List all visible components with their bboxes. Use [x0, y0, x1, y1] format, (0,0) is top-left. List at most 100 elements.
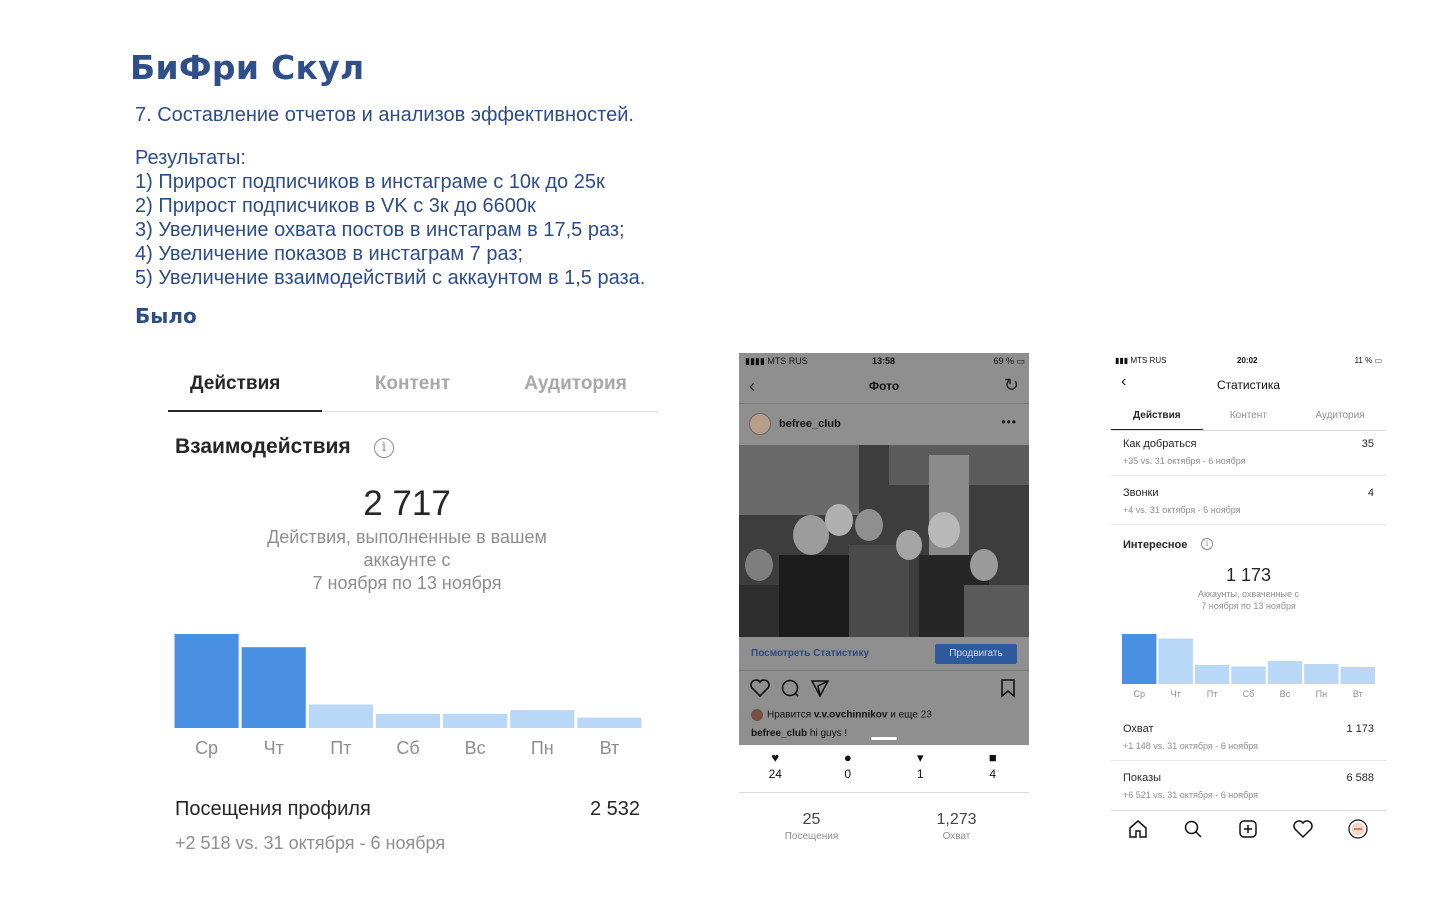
bookmark-icon[interactable] [997, 677, 1019, 699]
likes-suffix: и еще 23 [890, 709, 932, 721]
likes-count: 24 [768, 767, 782, 781]
tick-label-Вт: Вт [600, 738, 620, 758]
tick-label-Пт: Пт [1207, 689, 1218, 699]
liker-avatar [751, 709, 763, 721]
post-panel: ▮▮▮▮ MTS RUS 13:58 69 % ▭ ‹ Фото ↻ befre… [739, 353, 1029, 848]
tick-label-Вс: Вс [465, 738, 486, 758]
section-title: Взаимодействия [175, 435, 351, 458]
comment-icon[interactable] [779, 677, 801, 699]
stat-value: 35 [1361, 438, 1374, 450]
tab-audience[interactable]: Аудитория [1294, 403, 1386, 430]
before-label: Было [135, 304, 197, 328]
reach-bar-chart: Ср Чт Пт Сб Вс Пн Вт [1122, 634, 1375, 699]
statistics-tabs: Действия Контент Аудитория [1111, 403, 1386, 431]
avatar[interactable] [749, 413, 771, 435]
heart-icon: ♥ [771, 750, 780, 765]
nav-bar: ‹ Фото ↻ [739, 371, 1029, 404]
comments-count: 0 [844, 767, 852, 781]
tick-label-Пт: Пт [330, 738, 351, 758]
stat-row-impressions[interactable]: Показы 6 588 +6 521 vs. 31 октября - 6 н… [1123, 772, 1374, 800]
reach-label: Охват [942, 831, 971, 842]
divider [1111, 475, 1386, 476]
bar-Пт [308, 704, 373, 728]
post-username[interactable]: befree_club [779, 418, 841, 430]
likes-user[interactable]: v.v.ovchinnikov [814, 710, 888, 721]
info-icon[interactable]: i [374, 438, 394, 458]
stat-comparison: +4 vs. 31 октября - 6 ноября [1123, 505, 1241, 515]
description-line: аккаунте с [363, 550, 451, 570]
stat-row-directions[interactable]: Как добраться 35 +35 vs. 31 октября - 6 … [1123, 438, 1374, 466]
clock: 20:02 [1237, 356, 1258, 365]
tab-audience[interactable]: Аудитория [494, 346, 657, 411]
results-item: 2) Прирост подписчиков в VK с 3к до 6600… [135, 195, 536, 217]
profile-avatar-icon[interactable] [1347, 818, 1369, 840]
comment-icon: ● [843, 750, 852, 765]
photo-image [739, 445, 1029, 637]
results-item: 5) Увеличение взаимодействий с аккаунтом… [135, 267, 646, 289]
stat-row-calls[interactable]: Звонки 4 +4 vs. 31 октября - 6 ноября [1123, 487, 1374, 515]
share-icon: ▾ [916, 750, 924, 765]
refresh-icon[interactable]: ↻ [1004, 375, 1019, 396]
stat-label: Охват [1123, 723, 1154, 735]
heart-icon[interactable] [1292, 818, 1314, 840]
more-options-icon[interactable]: ••• [1001, 415, 1017, 429]
bottom-nav [1111, 810, 1386, 846]
divider [1111, 760, 1386, 761]
info-icon[interactable]: i [1201, 538, 1213, 550]
stat-label: Звонки [1123, 487, 1159, 499]
like-heart-icon[interactable] [749, 677, 771, 699]
view-stats-link[interactable]: Посмотреть Статистику [751, 648, 869, 659]
tab-actions[interactable]: Действия [168, 346, 331, 411]
bar-Ср [1122, 634, 1157, 684]
bar-Ср [174, 634, 239, 728]
caption-line: befree_club hi guys ! [751, 728, 847, 739]
profile-visits-label: Посещения профиля [175, 798, 371, 820]
promote-button[interactable]: Продвигать [935, 644, 1017, 664]
bar-Пн [1304, 664, 1339, 684]
home-icon[interactable] [1127, 818, 1149, 840]
bar-Вс [1267, 661, 1303, 684]
add-post-icon[interactable] [1237, 818, 1259, 840]
brand-title: БиФри Скул [130, 48, 365, 87]
caption-user[interactable]: befree_club [751, 728, 807, 739]
description-line: 7 ноября по 13 ноября [1201, 601, 1296, 611]
saves-counter: ■ 4 [957, 749, 1030, 792]
nav-bar: ‹ Статистика [1111, 371, 1386, 401]
tab-content[interactable]: Контент [1203, 403, 1295, 430]
bar-Сб [375, 713, 441, 728]
tick-label-Вс: Вс [1280, 689, 1291, 699]
bar-Чт [241, 647, 306, 728]
battery: 11 % ▭ [1354, 356, 1382, 365]
bar-Вт [1340, 667, 1375, 684]
interactions-total: 2 717 [363, 484, 451, 523]
stat-row-reach[interactable]: Охват 1 173 +1 148 vs. 31 октября - 6 но… [1123, 723, 1374, 751]
description-line: 7 ноября по 13 ноября [312, 573, 502, 593]
results-item: 4) Увеличение показов в инстаграм 7 раз; [135, 243, 524, 265]
post-photo [739, 445, 1029, 637]
visits-value: 25 [802, 811, 821, 828]
bar-Чт [1158, 638, 1193, 684]
carrier: ▮▮▮ MTS RUS [1115, 356, 1167, 365]
tab-content[interactable]: Контент [331, 346, 494, 411]
visits-stat: 25 Посещения [739, 811, 884, 842]
bar-Сб [1231, 666, 1266, 684]
reach-total: 1 173 [1225, 565, 1272, 585]
post-counters: ♥ 24 ● 0 ▾ 1 ■ 4 [739, 749, 1029, 793]
tick-label-Сб: Сб [396, 738, 419, 758]
page-title: Статистика [1216, 378, 1281, 392]
search-icon[interactable] [1182, 818, 1204, 840]
carrier: ▮▮▮▮ MTS RUS [745, 356, 808, 366]
page-title: Фото [868, 379, 900, 393]
bar-Вс [443, 713, 508, 728]
stat-comparison: +1 148 vs. 31 октября - 6 ноября [1123, 741, 1259, 751]
tick-label-Пн: Пн [531, 738, 554, 758]
share-icon[interactable] [809, 677, 831, 699]
tab-actions[interactable]: Действия [1111, 403, 1203, 430]
stat-comparison: +35 vs. 31 октября - 6 ноября [1123, 456, 1246, 466]
tick-label-Сб: Сб [1243, 689, 1255, 699]
description-line: Действия, выполненные в вашем [267, 527, 547, 547]
active-tab-indicator [168, 410, 322, 412]
post-header: befree_club ••• [739, 405, 1029, 445]
profile-visits-comparison: +2 518 vs. 31 октября - 6 ноября [175, 833, 446, 853]
shares-counter: ▾ 1 [884, 749, 957, 792]
